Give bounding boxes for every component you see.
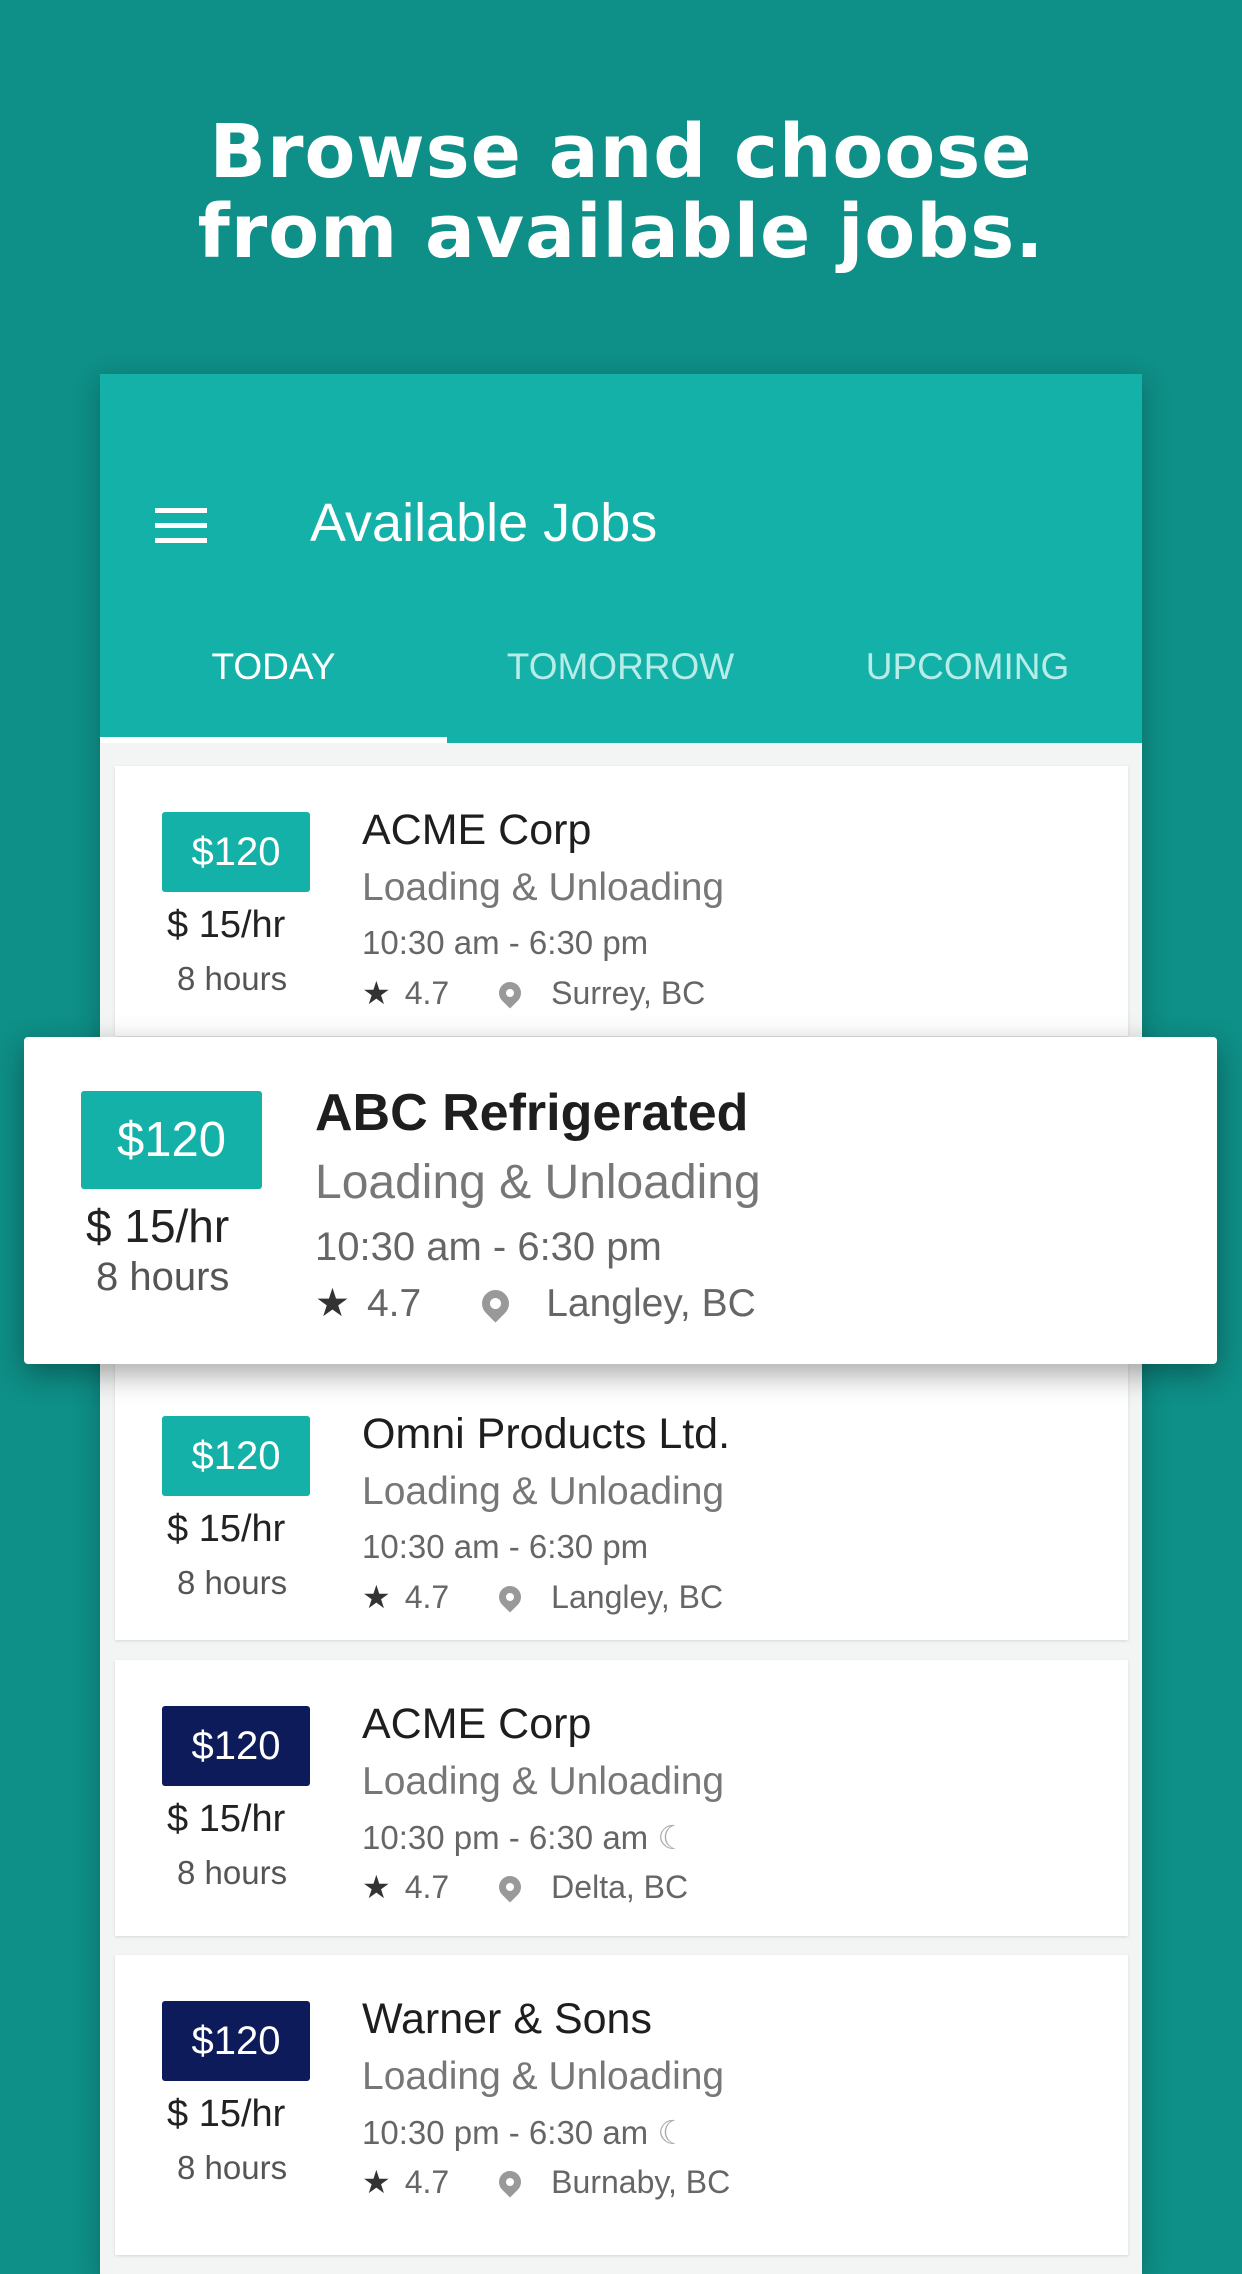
rating-location-row: ★ 4.7 Surrey, BC <box>362 974 705 1012</box>
job-card[interactable]: $120 $ 15/hr 8 hours ACME Corp Loading &… <box>115 1660 1128 1936</box>
location-pin-icon <box>494 2166 526 2198</box>
hourly-rate: $ 15/hr <box>167 1798 286 1840</box>
shift-time-text: 10:30 am - 6:30 pm <box>362 924 649 961</box>
shift-hours: 8 hours <box>96 1255 230 1299</box>
job-card[interactable]: $120 $ 15/hr 8 hours ACME Corp Loading &… <box>115 766 1128 1036</box>
hourly-rate: $ 15/hr <box>167 2093 286 2135</box>
location: Delta, BC <box>551 1868 689 1905</box>
hamburger-icon[interactable] <box>155 508 207 544</box>
rating: 4.7 <box>404 974 450 1011</box>
shift-time: 10:30 am - 6:30 pm <box>362 1528 648 1566</box>
shift-time-text: 10:30 am - 6:30 pm <box>362 1528 649 1565</box>
job-category: Loading & Unloading <box>362 1760 725 1803</box>
shift-hours: 8 hours <box>177 960 288 997</box>
shift-time: 10:30 pm - 6:30 am ☾ <box>362 2113 687 2152</box>
headline-line-1: Browse and choose <box>209 109 1033 195</box>
hourly-rate: $ 15/hr <box>167 904 286 946</box>
pay-badge: $120 <box>81 1091 262 1189</box>
location-pin-icon <box>494 977 526 1009</box>
company-name: ACME Corp <box>362 806 592 854</box>
rating: 4.7 <box>366 1281 422 1325</box>
company-name: Omni Products Ltd. <box>362 1410 731 1458</box>
app-bar: Available Jobs TODAY TOMORROW UPCOMING <box>100 374 1142 743</box>
tab-indicator <box>100 737 447 743</box>
location-pin-icon <box>494 1871 526 1903</box>
star-icon: ★ <box>362 1869 391 1905</box>
star-icon: ★ <box>362 975 391 1011</box>
tab-tomorrow[interactable]: TOMORROW <box>447 646 794 688</box>
shift-time-text: 10:30 pm - 6:30 am <box>362 1819 649 1856</box>
headline-line-2: from available jobs. <box>197 189 1045 275</box>
hourly-rate: $ 15/hr <box>167 1508 286 1550</box>
shift-hours: 8 hours <box>177 2149 288 2186</box>
job-card[interactable]: $120 $ 15/hr 8 hours Omni Products Ltd. … <box>115 1364 1128 1640</box>
tab-today[interactable]: TODAY <box>100 646 447 688</box>
rating: 4.7 <box>404 1868 450 1905</box>
job-card[interactable]: $120 $ 15/hr 8 hours Warner & Sons Loadi… <box>115 1955 1128 2255</box>
job-category: Loading & Unloading <box>362 1470 725 1513</box>
app-title: Available Jobs <box>310 493 658 553</box>
star-icon: ★ <box>315 1282 350 1325</box>
location: Burnaby, BC <box>551 2163 731 2200</box>
job-category: Loading & Unloading <box>315 1156 761 1209</box>
location: Surrey, BC <box>551 974 706 1011</box>
star-icon: ★ <box>362 2164 391 2200</box>
job-category: Loading & Unloading <box>362 866 725 909</box>
rating: 4.7 <box>404 2163 450 2200</box>
job-category: Loading & Unloading <box>362 2055 725 2098</box>
shift-hours: 8 hours <box>177 1564 288 1601</box>
rating: 4.7 <box>404 1578 450 1615</box>
rating-location-row: ★ 4.7 Langley, BC <box>315 1281 756 1326</box>
shift-time-text: 10:30 am - 6:30 pm <box>315 1225 662 1269</box>
hourly-rate: $ 15/hr <box>86 1200 230 1252</box>
company-name: Warner & Sons <box>362 1995 652 2043</box>
job-card[interactable]: $120 $ 15/hr 8 hours ABC Refrigerated Lo… <box>24 1037 1217 1364</box>
location: Langley, BC <box>546 1281 756 1325</box>
shift-hours: 8 hours <box>177 1854 288 1891</box>
location: Langley, BC <box>551 1578 724 1615</box>
moon-icon: ☾ <box>657 1819 687 1856</box>
company-name: ABC Refrigerated <box>315 1084 749 1142</box>
shift-time: 10:30 am - 6:30 pm <box>362 924 648 962</box>
tab-upcoming[interactable]: UPCOMING <box>794 646 1141 688</box>
rating-location-row: ★ 4.7 Burnaby, BC <box>362 2163 730 2201</box>
location-pin-icon <box>476 1284 515 1323</box>
pay-badge: $120 <box>162 812 310 892</box>
star-icon: ★ <box>362 1579 391 1615</box>
shift-time: 10:30 am - 6:30 pm <box>315 1225 662 1270</box>
rating-location-row: ★ 4.7 Langley, BC <box>362 1578 723 1616</box>
shift-time-text: 10:30 pm - 6:30 am <box>362 2114 649 2151</box>
company-name: ACME Corp <box>362 1700 592 1748</box>
pay-badge: $120 <box>162 1416 310 1496</box>
headline: Browse and choose from available jobs. <box>0 112 1242 272</box>
rating-location-row: ★ 4.7 Delta, BC <box>362 1868 688 1906</box>
moon-icon: ☾ <box>657 2114 687 2151</box>
shift-time: 10:30 pm - 6:30 am ☾ <box>362 1818 687 1857</box>
location-pin-icon <box>494 1581 526 1613</box>
pay-badge: $120 <box>162 2001 310 2081</box>
pay-badge: $120 <box>162 1706 310 1786</box>
